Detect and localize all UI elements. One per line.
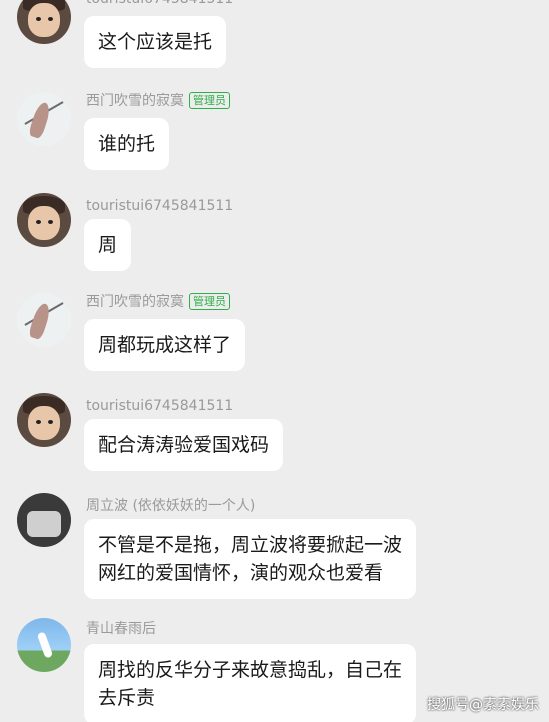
sports-avatar-icon[interactable] (17, 618, 71, 672)
message-bubble[interactable]: 这个应该是托 (84, 16, 227, 68)
message-bubble[interactable]: 周 (84, 219, 132, 271)
kid-avatar-icon[interactable] (17, 193, 71, 247)
kid-avatar-icon[interactable] (17, 0, 71, 44)
message-line: 周找的反华分子来故意捣乱，自己在 (98, 659, 403, 681)
admin-badge: 管理员 (189, 92, 230, 109)
message-line: 去斥责 (98, 687, 156, 709)
message-bubble[interactable]: 配合涛涛验爱国戏码 (84, 419, 284, 471)
message-line: 不管是不是拖，周立波将要掀起一波 (98, 534, 403, 556)
sender-name: touristui6745841511 (86, 398, 234, 414)
sender-name-text: 西门吹雪的寂寞 (86, 93, 184, 109)
message-bubble[interactable]: 不管是不是拖，周立波将要掀起一波 网红的爱国情怀，演的观众也爱看 (84, 519, 417, 599)
message-bubble[interactable]: 周找的反华分子来故意捣乱，自己在 去斥责 (84, 644, 417, 722)
admin-badge: 管理员 (189, 293, 230, 310)
sender-name: 西门吹雪的寂寞 管理员 (86, 293, 230, 311)
ink-painting-avatar-icon[interactable] (17, 293, 71, 347)
sender-name: touristui6745841511 (86, 198, 234, 214)
message-bubble[interactable]: 周都玩成这样了 (84, 319, 246, 371)
sender-name: 周立波 (依依妖妖的一个人) (86, 498, 256, 514)
message-bubble[interactable]: 谁的托 (84, 118, 170, 170)
car-avatar-icon[interactable] (17, 493, 71, 547)
kid-avatar-icon[interactable] (17, 393, 71, 447)
sender-name-text: 西门吹雪的寂寞 (86, 294, 184, 310)
ink-painting-avatar-icon[interactable] (17, 92, 71, 146)
watermark: 搜狐号@素素娱乐 (427, 697, 539, 713)
sender-name: 西门吹雪的寂寞 管理员 (86, 92, 230, 110)
sender-name: 青山春雨后 (86, 621, 156, 637)
message-line: 网红的爱国情怀，演的观众也爱看 (98, 562, 384, 584)
chat-view: touristui6745841511 这个应该是托 西门吹雪的寂寞管理员 谁的… (0, 0, 549, 722)
sender-name: touristui6745841511 (86, 0, 233, 8)
